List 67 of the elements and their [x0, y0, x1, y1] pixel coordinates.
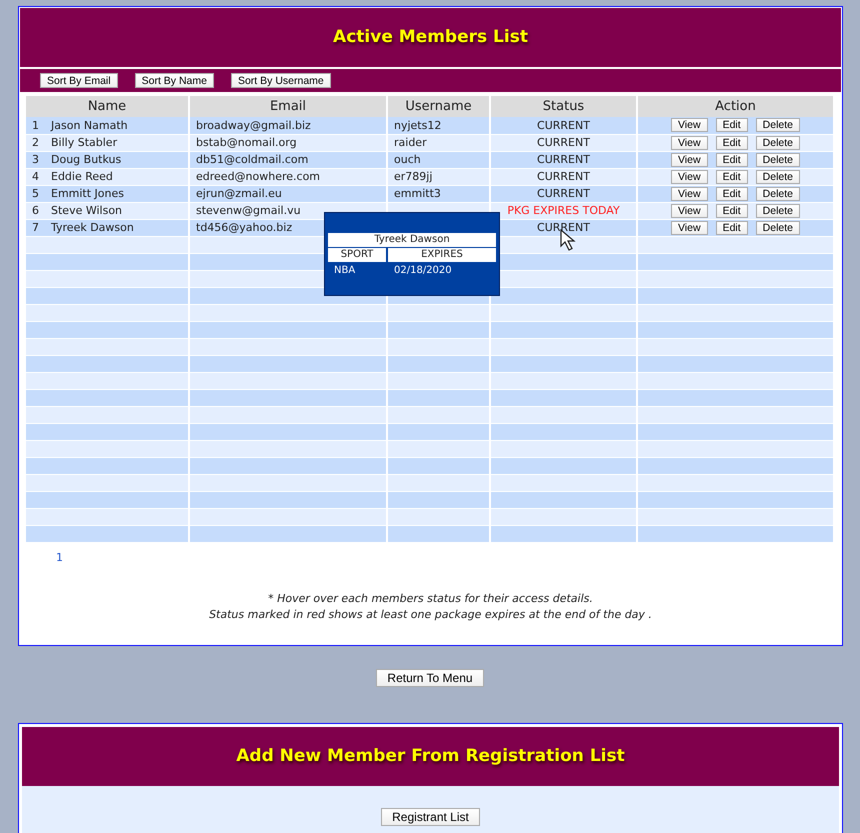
action-button[interactable]: Edit	[716, 136, 748, 150]
column-header: Name	[26, 96, 189, 117]
sort-button[interactable]: Sort By Name	[134, 73, 214, 88]
row-number: 7	[32, 221, 40, 234]
action-button[interactable]: View	[670, 118, 708, 132]
member-name: Tyreek Dawson	[51, 221, 134, 234]
member-username: raider	[394, 136, 427, 149]
column-header: Email	[189, 96, 387, 117]
row-number: 1	[32, 118, 40, 132]
member-email: edreed@nowhere.com	[196, 170, 320, 183]
action-button[interactable]: View	[670, 152, 708, 166]
action-button[interactable]: View	[670, 220, 708, 234]
member-email: bstab@nomail.org	[196, 136, 297, 149]
panel-title: Active Members List	[20, 8, 841, 67]
tooltip-expires: 02/18/2020	[394, 265, 452, 276]
action-button[interactable]: Delete	[756, 204, 800, 218]
row-number: 4	[32, 170, 40, 183]
member-name: Billy Stabler	[51, 136, 118, 149]
page-link[interactable]: 1	[56, 550, 63, 564]
member-email: broadway@gmail.biz	[196, 118, 311, 132]
action-button[interactable]: Edit	[716, 170, 748, 184]
action-button[interactable]: Delete	[756, 186, 800, 200]
panel-title: Add New Member From Registration List	[22, 726, 839, 786]
sort-button[interactable]: Sort By Email	[40, 73, 118, 88]
action-button[interactable]: Edit	[716, 220, 748, 234]
row-number: 6	[32, 204, 40, 217]
return-button[interactable]: Return To Menu	[376, 668, 484, 686]
member-email: td456@yahoo.biz	[196, 221, 292, 234]
member-name: Doug Butkus	[51, 153, 122, 166]
action-button[interactable]: Edit	[716, 204, 748, 218]
member-username: ouch	[394, 153, 421, 166]
action-button[interactable]: View	[670, 136, 708, 150]
tooltip-column-header: EXPIRES	[388, 248, 496, 262]
member-username: emmitt3	[394, 187, 441, 200]
action-button[interactable]: View	[670, 204, 708, 218]
action-button[interactable]: Delete	[756, 152, 800, 166]
column-header: Username	[387, 96, 490, 117]
footnote: Status marked in red shows at least one package expires at the end of the day .	[208, 606, 653, 622]
footnote: * Hover over each members status for their access details.	[267, 590, 594, 606]
action-button[interactable]: Edit	[716, 152, 748, 166]
tooltip-column-header: SPORT	[328, 248, 386, 262]
action-button[interactable]: Edit	[716, 186, 748, 200]
row-number: 5	[32, 187, 40, 200]
action-button[interactable]: Delete	[756, 136, 800, 150]
tooltip-sport: NBA	[334, 265, 356, 276]
member-name: Eddie Reed	[51, 170, 113, 183]
member-username: nyjets12	[394, 118, 442, 132]
column-header: Status	[490, 96, 637, 117]
member-name: Jason Namath	[51, 118, 128, 132]
member-email: db51@coldmail.com	[196, 153, 308, 166]
action-button[interactable]: Delete	[756, 118, 800, 132]
member-name: Steve Wilson	[51, 204, 122, 217]
row-number: 3	[32, 153, 40, 166]
tooltip-title: Tyreek Dawson	[328, 233, 496, 247]
action-button[interactable]: View	[670, 170, 708, 184]
action-button[interactable]: Delete	[756, 220, 800, 234]
action-button[interactable]: Edit	[716, 118, 748, 132]
sort-button[interactable]: Sort By Username	[230, 73, 331, 88]
member-username: er789jj	[394, 170, 432, 183]
member-email: stevenw@gmail.vu	[196, 204, 301, 217]
column-header: Action	[637, 96, 834, 117]
action-button[interactable]: View	[670, 186, 708, 200]
row-number: 2	[32, 136, 40, 149]
member-name: Emmitt Jones	[51, 187, 124, 200]
registrant-list-button[interactable]: Registrant List	[381, 808, 480, 826]
member-email: ejrun@zmail.eu	[196, 187, 282, 200]
action-button[interactable]: Delete	[756, 170, 800, 184]
